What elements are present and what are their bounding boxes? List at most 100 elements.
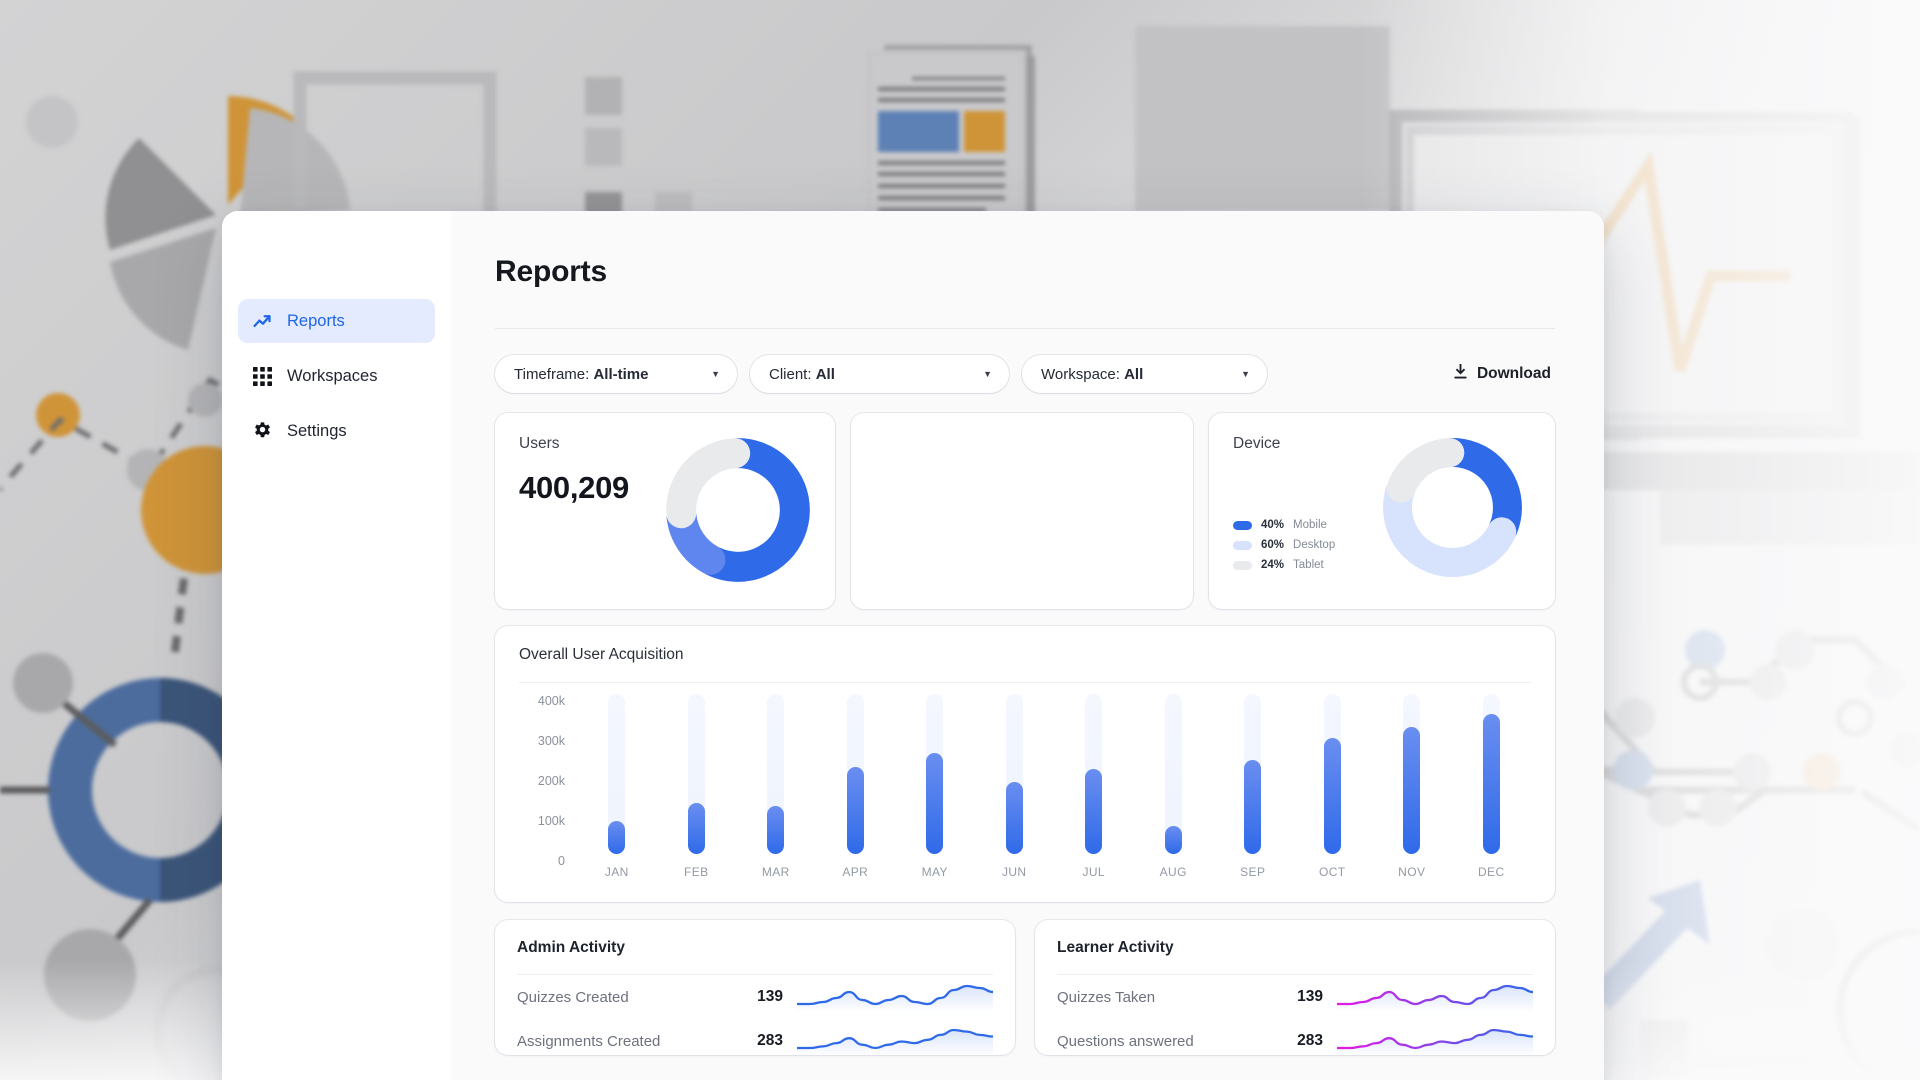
bar-track (846, 694, 864, 854)
activity-sparkline (797, 1026, 993, 1056)
activity-metric-label: Quizzes Taken (1057, 988, 1156, 1006)
legend-percent: 60% (1261, 539, 1285, 551)
bg-document-icon (866, 45, 1035, 224)
activity-sparkline (1337, 1026, 1533, 1056)
bar-category-label: JAN (604, 865, 629, 879)
bar-track (926, 694, 944, 854)
device-card: Device 40% Mobile 60% Desktop 24% Tablet (1209, 413, 1555, 609)
bar-fill (1005, 782, 1023, 854)
bar-column[interactable]: AUG (1134, 694, 1214, 879)
activity-metric-value: 139 (1297, 988, 1323, 1005)
bar-column[interactable]: OCT (1293, 694, 1373, 879)
activity-metric-label: Questions answered (1057, 1032, 1194, 1050)
bar-track (1244, 694, 1262, 854)
bar-column[interactable]: NOV (1372, 694, 1452, 879)
bar-column[interactable]: FEB (657, 694, 737, 879)
users-donut-svg (666, 438, 810, 582)
bar-category-label: MAY (921, 865, 948, 879)
main-content: Reports Timeframe: All-time ▼ Client: Al… (451, 211, 1604, 1080)
activity-row: Quizzes Created 139 (517, 975, 993, 1019)
bar-column[interactable]: JUL (1054, 694, 1134, 879)
bar-fill (1323, 738, 1341, 854)
activity-metric-value: 139 (757, 988, 783, 1005)
y-axis-tick: 300k (537, 734, 565, 748)
workspace-dropdown[interactable]: Workspace: All ▼ (1022, 355, 1267, 393)
bg-dot (26, 96, 78, 148)
sidebar-item-label: Reports (287, 311, 345, 330)
y-axis-tick: 400k (537, 694, 565, 708)
y-axis: 400k 300k 200k 100k 0 (519, 694, 577, 868)
download-button[interactable]: Download (1453, 363, 1555, 385)
legend-swatch (1233, 560, 1252, 570)
bar-column[interactable]: MAR (736, 694, 816, 879)
user-acquisition-title: Overall User Acquisition (519, 646, 684, 663)
activity-metric-value: 283 (757, 1032, 783, 1049)
timeframe-value: All-time (593, 365, 649, 383)
sparkline-svg (797, 1028, 993, 1056)
kpi-card-row: Users 400,209 Device 40% Mobile 60% Desktop… (495, 413, 1555, 609)
bar-fill (1164, 826, 1182, 854)
client-dropdown[interactable]: Client: All ▼ (750, 355, 1009, 393)
bar-column[interactable]: JUN (975, 694, 1055, 879)
workspace-label: Workspace: (1041, 365, 1120, 383)
client-value: All (815, 365, 835, 383)
trending-up-icon (252, 311, 273, 332)
bar-fill (608, 821, 626, 854)
bg-arrow-icon (1589, 880, 1710, 1010)
y-axis-tick: 100k (537, 814, 565, 828)
legend-label: Tablet (1293, 559, 1324, 571)
activity-row: Questions answered 283 (1057, 1019, 1533, 1063)
bar-column[interactable]: SEP (1213, 694, 1293, 879)
bg-panel (1135, 26, 1390, 211)
bar-fill (1403, 726, 1421, 854)
activity-card-row: Admin Activity Quizzes Created 139 Assignm… (495, 920, 1555, 1056)
bar-chart-plot: 400k 300k 200k 100k 0 JAN FEB MAR APR MAY JUN JUL A… (519, 694, 1531, 879)
bg-shelf (1600, 452, 1920, 490)
bar-track (1164, 694, 1182, 854)
sidebar-item-label: Settings (287, 421, 347, 440)
title-divider (495, 328, 1555, 329)
activity-sparkline (797, 982, 993, 1012)
bar-track (767, 694, 785, 854)
legend-swatch (1233, 540, 1252, 550)
device-legend-row: 24% Tablet (1233, 559, 1335, 571)
activity-metric-value: 283 (1297, 1032, 1323, 1049)
bar-track (687, 694, 705, 854)
activity-metric-label: Quizzes Created (517, 988, 629, 1006)
bar-fill (926, 753, 944, 854)
bar-fill (1085, 769, 1103, 854)
device-legend-row: 60% Desktop (1233, 539, 1335, 551)
sparkline-svg (1337, 1028, 1533, 1056)
activity-sparkline (1337, 982, 1533, 1012)
bar-track (1005, 694, 1023, 854)
sidebar-item-workspaces[interactable]: Workspaces (238, 354, 435, 398)
bar-category-label: MAR (761, 865, 790, 879)
bar-column[interactable]: JAN (577, 694, 657, 879)
sidebar-item-reports[interactable]: Reports (238, 299, 435, 343)
workspace-value: All (1124, 365, 1144, 383)
bar-column[interactable]: DEC (1452, 694, 1532, 879)
bar-series: JAN FEB MAR APR MAY JUN JUL AUG SEP OCT NOV DEC (577, 694, 1531, 879)
device-legend-row: 40% Mobile (1233, 519, 1335, 531)
users-donut-chart (663, 435, 813, 585)
y-axis-tick: 0 (558, 854, 565, 868)
legend-label: Desktop (1293, 539, 1336, 551)
legend-label: Mobile (1293, 519, 1327, 531)
bar-category-label: JUN (1001, 865, 1027, 879)
client-label: Client: (769, 365, 812, 383)
y-axis-tick: 200k (537, 774, 565, 788)
bar-category-label: JUL (1082, 865, 1106, 879)
bar-column[interactable]: APR (816, 694, 896, 879)
bar-category-label: SEP (1240, 865, 1266, 879)
bar-column[interactable]: MAY (895, 694, 975, 879)
learner-activity-title: Learner Activity (1057, 939, 1174, 956)
timeframe-dropdown[interactable]: Timeframe: All-time ▼ (495, 355, 737, 393)
bar-track (1403, 694, 1421, 854)
bar-fill (1244, 760, 1262, 854)
admin-activity-title: Admin Activity (517, 939, 625, 956)
sidebar-item-settings[interactable]: Settings (238, 409, 435, 453)
bar-category-label: APR (842, 865, 869, 879)
chevron-down-icon: ▼ (983, 368, 992, 379)
grid-icon (252, 366, 273, 387)
device-donut-chart (1380, 435, 1525, 580)
